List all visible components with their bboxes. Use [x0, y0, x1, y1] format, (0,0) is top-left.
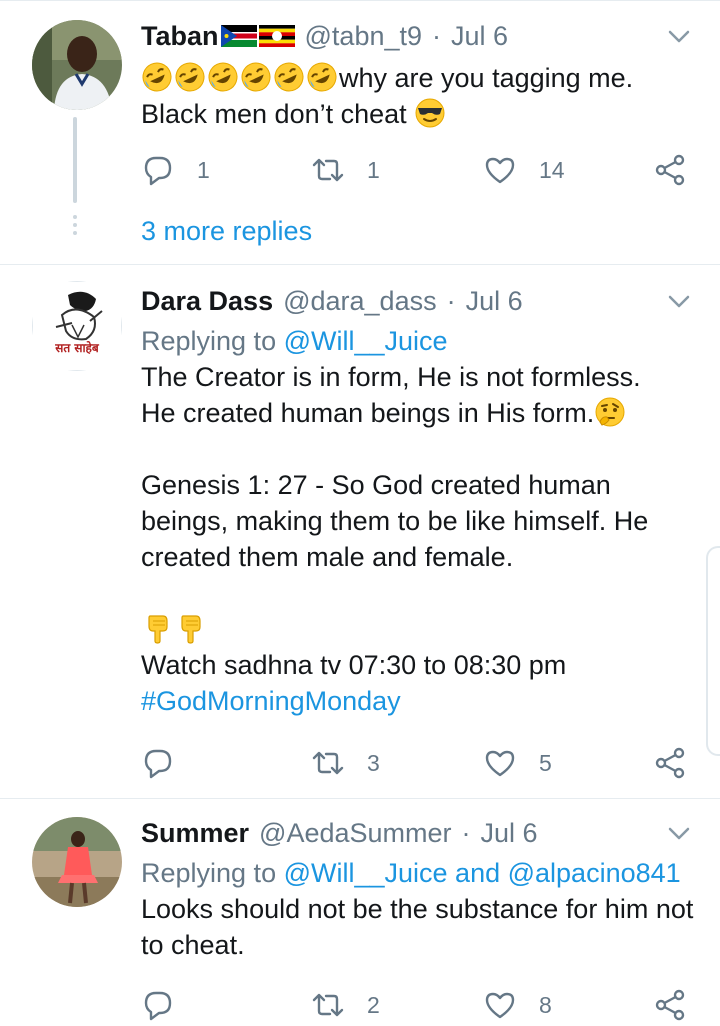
- tweet-text-line: Black men don’t cheat: [141, 99, 407, 129]
- tweet-paragraph: Genesis 1: 27 - So God created human bei…: [141, 470, 649, 572]
- user-handle[interactable]: @tabn_t9: [305, 21, 423, 52]
- share-icon: [655, 154, 685, 186]
- tweet-actions: 2 8: [141, 985, 696, 1025]
- retweet-icon: [312, 751, 344, 775]
- share-button[interactable]: [653, 150, 687, 190]
- tweet-actions: 3 5: [141, 743, 696, 783]
- reply-button[interactable]: [141, 743, 175, 783]
- separator-dot: ·: [432, 20, 442, 51]
- pointing-down-emoji: [181, 615, 201, 644]
- tweet-summer[interactable]: Summer @AedaSummer · Jul 6 Replying to @…: [0, 798, 720, 1026]
- display-name[interactable]: Dara Dass: [141, 286, 273, 317]
- rolling-laughing-emoji: [175, 62, 205, 92]
- tweet-text: Replying to @Will__Juice and @alpacino84…: [141, 855, 696, 963]
- like-button[interactable]: 14: [483, 150, 565, 190]
- chevron-down-icon[interactable]: [668, 295, 690, 309]
- tweet-text-line: why are you tagging me.: [339, 63, 634, 93]
- like-button[interactable]: 8: [483, 985, 552, 1025]
- share-icon: [655, 989, 685, 1021]
- tweet-actions: 1 1 14: [141, 150, 696, 190]
- retweet-count: 2: [367, 991, 380, 1018]
- mention-link[interactable]: @Will__Juice and @alpacino841: [284, 858, 681, 888]
- separator-dot: ·: [461, 817, 471, 848]
- reply-button[interactable]: [141, 985, 175, 1025]
- heart-icon: [485, 992, 515, 1019]
- retweet-button[interactable]: 3: [311, 743, 380, 783]
- retweet-icon: [312, 158, 344, 182]
- separator-dot: ·: [446, 285, 456, 316]
- tweet-header: Dara Dass @dara_dass · Jul 6: [141, 283, 523, 319]
- more-replies-link[interactable]: 3 more replies: [141, 216, 312, 247]
- thinking-emoji: [595, 397, 625, 427]
- share-button[interactable]: [653, 743, 687, 783]
- uganda-flag-icon: [258, 25, 295, 47]
- tweet-taban[interactable]: Taban @tabn_t9 · Jul 6 why are you taggi…: [0, 0, 720, 264]
- pointing-down-emoji: [148, 615, 168, 644]
- tweet-date[interactable]: Jul 6: [481, 818, 538, 849]
- heart-icon: [485, 157, 515, 184]
- avatar[interactable]: [32, 817, 122, 907]
- user-handle[interactable]: @dara_dass: [283, 286, 437, 317]
- user-handle[interactable]: @AedaSummer: [259, 818, 451, 849]
- tweet-text: why are you tagging me. Black men don’t …: [141, 60, 696, 132]
- tweet-header: Taban @tabn_t9 · Jul 6: [141, 18, 508, 54]
- thread-line: [73, 117, 77, 203]
- tweet-date[interactable]: Jul 6: [451, 21, 508, 52]
- hashtag-link[interactable]: #GodMorningMonday: [141, 683, 696, 719]
- retweet-count: 3: [367, 749, 380, 776]
- rolling-laughing-emoji: [208, 62, 238, 92]
- tweet-dara-dass[interactable]: सत साहेब Dara Dass @dara_dass · Jul 6 Re…: [0, 264, 720, 798]
- avatar-caption: सत साहेब: [55, 341, 99, 355]
- heart-icon: [485, 750, 515, 777]
- rolling-laughing-emoji: [142, 62, 172, 92]
- tweet-text-line: The Creator is in form, He is not formle…: [141, 362, 641, 392]
- reply-icon: [144, 749, 172, 779]
- like-count: 5: [539, 749, 552, 776]
- retweet-icon: [312, 993, 344, 1017]
- retweet-count: 1: [367, 156, 380, 183]
- tweet-text-line: Watch sadhna tv 07:30 to 08:30 pm: [141, 650, 567, 680]
- tweet-text-line: He created human beings in His form.: [141, 398, 595, 428]
- reply-button[interactable]: 1: [141, 150, 210, 190]
- tweet-paragraph: Looks should not be the substance for hi…: [141, 894, 694, 960]
- rolling-laughing-emoji: [274, 62, 304, 92]
- replying-to-label: Replying to: [141, 858, 277, 888]
- chevron-down-icon[interactable]: [668, 827, 690, 841]
- reply-icon: [144, 991, 172, 1021]
- share-icon: [655, 747, 685, 779]
- avatar[interactable]: [32, 20, 122, 110]
- like-count: 14: [539, 156, 565, 183]
- retweet-button[interactable]: 2: [311, 985, 380, 1025]
- rolling-laughing-emoji: [241, 62, 271, 92]
- display-name[interactable]: Summer: [141, 818, 249, 849]
- reply-icon: [144, 156, 172, 186]
- share-button[interactable]: [653, 985, 687, 1025]
- tweet-text: Replying to @Will__Juice The Creator is …: [141, 323, 696, 719]
- rolling-laughing-emoji: [307, 62, 337, 92]
- sunglasses-emoji: [415, 98, 445, 128]
- thread-dots: [72, 215, 78, 239]
- mention-link[interactable]: @Will__Juice: [284, 326, 448, 356]
- retweet-button[interactable]: 1: [311, 150, 380, 190]
- south-sudan-flag-icon: [220, 25, 257, 47]
- reply-count: 1: [197, 156, 210, 183]
- tweet-header: Summer @AedaSummer · Jul 6: [141, 815, 538, 851]
- display-name[interactable]: Taban: [141, 21, 219, 52]
- tweet-date[interactable]: Jul 6: [466, 286, 523, 317]
- chevron-down-icon[interactable]: [668, 30, 690, 44]
- avatar[interactable]: सत साहेब: [32, 281, 122, 371]
- replying-to-label: Replying to: [141, 326, 277, 356]
- edge-handle[interactable]: [706, 546, 720, 756]
- like-button[interactable]: 5: [483, 743, 552, 783]
- like-count: 8: [539, 991, 552, 1018]
